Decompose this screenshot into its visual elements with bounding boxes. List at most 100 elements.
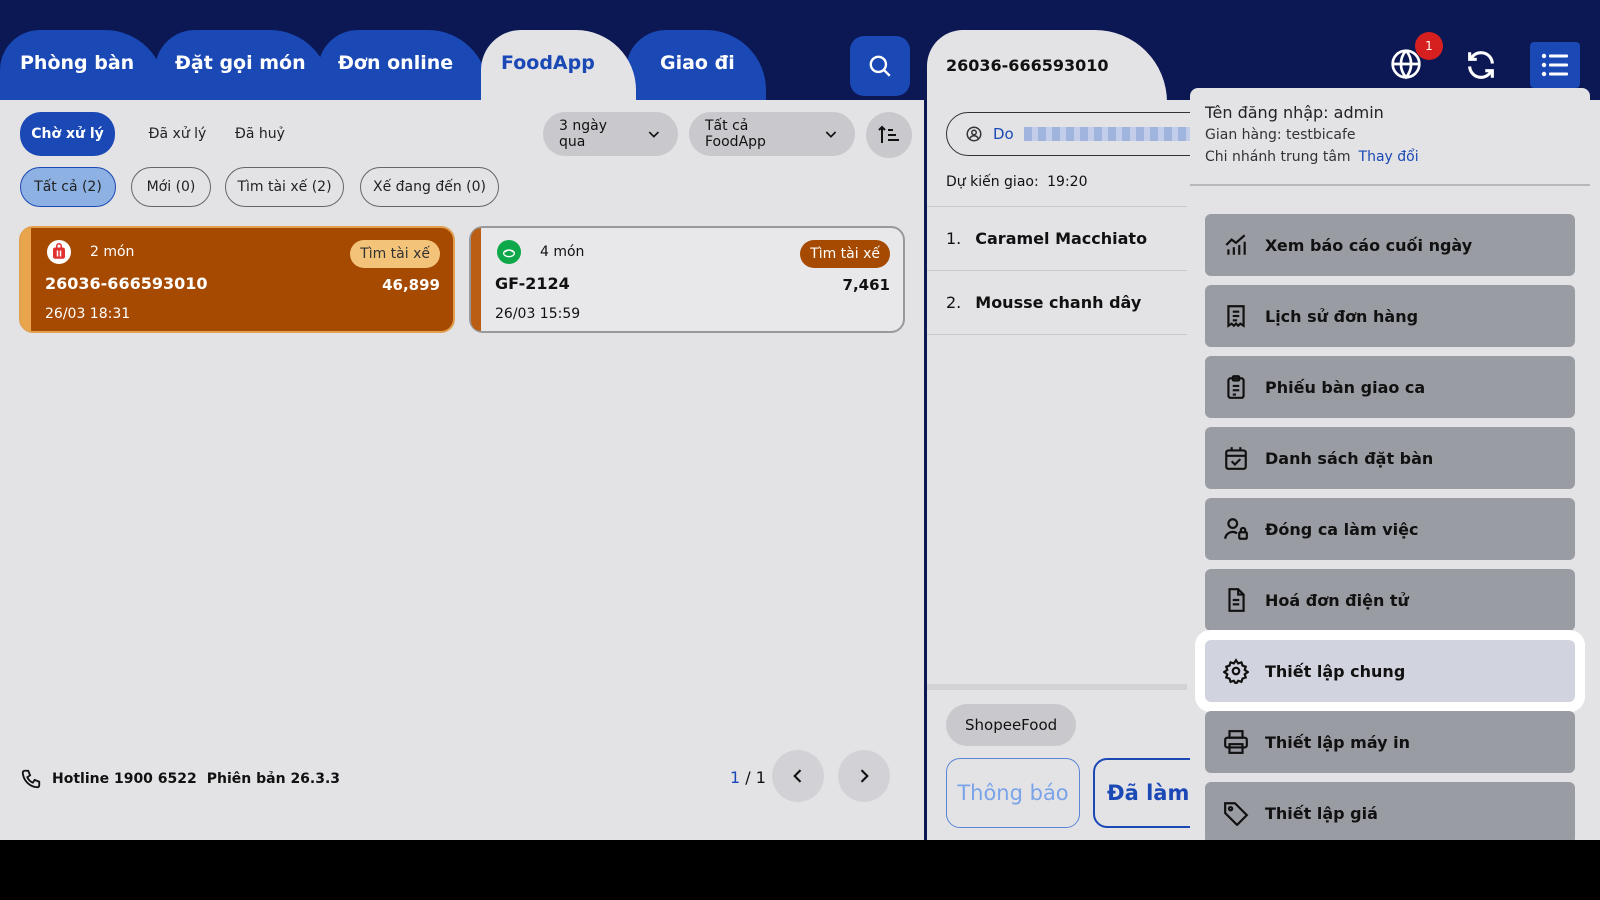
shopeefood-logo-icon [47,240,71,264]
menu-item-label: Danh sách đặt bàn [1265,448,1434,468]
order-id: GF-2124 [495,274,570,293]
menu-item-e-invoice[interactable]: Hoá đơn điện tử [1205,569,1575,631]
user-circle-icon [966,126,982,142]
sort-button[interactable] [866,112,912,158]
menu-item-label: Thiết lập chung [1265,661,1406,681]
receipt-icon [1227,305,1245,328]
order-item[interactable]: 1. Caramel Macchiato [927,206,1187,270]
status-badge: Tìm tài xế [350,240,440,268]
order-time: 26/03 18:31 [45,306,131,322]
change-branch-link[interactable]: Thay đổi [1359,149,1419,165]
filter-cho-xu-ly[interactable]: Chờ xử lý [20,112,115,156]
list-menu-icon [1541,53,1568,77]
menu-item-label: Phiếu bàn giao ca [1265,377,1426,397]
app-window: Phòng bàn Đặt gọi món Đơn online Giao đi… [0,0,1600,840]
tab-label: Đặt gọi món [175,52,306,74]
item-count: 4 món [540,244,585,260]
tab-label: Đơn online [338,52,454,74]
date-range-dropdown[interactable]: 3 ngày qua [543,112,678,156]
version-text: Phiên bản 26.3.3 [206,771,341,787]
phone-icon [21,769,41,789]
footer-info: Hotline 1900 6522 Phiên bản 26.3.3 [20,768,340,790]
eta-label: Dự kiến giao: [946,174,1039,190]
chevron-left-icon [793,769,802,783]
sort-ascending-icon [878,125,899,143]
menu-item-reservations[interactable]: Danh sách đặt bàn [1205,427,1575,489]
status-badge: Tìm tài xế [800,240,890,268]
filter-label: Chờ xử lý [31,126,104,142]
item-name: Caramel Macchiato [975,229,1148,248]
item-name: Mousse chanh dây [975,293,1142,312]
filter-label: Đã huỷ [235,126,285,142]
tab-dat-goi-mon[interactable]: Đặt gọi món [155,30,330,100]
search-icon [869,55,891,77]
subfilter-finding-driver[interactable]: Tìm tài xế (2) [225,167,344,207]
customer-name: Do [993,125,1014,143]
source-label: ShopeeFood [965,716,1058,734]
order-item[interactable]: 2. Mousse chanh dây [927,270,1187,334]
subfilter-all[interactable]: Tất cả (2) [20,167,116,207]
menu-item-label: Hoá đơn điện tử [1265,590,1409,610]
menu-item-close-shift[interactable]: Đóng ca làm việc [1205,498,1575,560]
search-button[interactable] [850,36,910,96]
order-card[interactable]: 2 món Tìm tài xế 26036-666593010 46,899 … [19,226,455,333]
menu-item-label: Xem báo cáo cuối ngày [1265,235,1473,255]
tab-label: Phòng bàn [20,52,135,74]
prev-page-button[interactable] [772,750,824,802]
tag-icon [1224,802,1249,826]
order-id: 26036-666593010 [45,274,208,293]
tab-giao-di[interactable]: Giao đi [626,30,766,100]
subfilter-label: Xế đang đến (0) [373,179,486,195]
item-number: 1. [946,229,962,248]
next-page-button[interactable] [838,750,890,802]
calendar-check-icon [1225,447,1247,470]
eta-row: Dự kiến giao: 19:20 [946,174,1088,190]
order-card[interactable]: 4 món Tìm tài xế GF-2124 7,461 26/03 15:… [469,226,905,333]
total-pages: 1 [755,768,766,787]
filter-da-huy[interactable]: Đã huỷ [225,112,295,156]
subfilter-label: Tìm tài xế (2) [237,179,332,195]
menu-button[interactable] [1530,42,1580,88]
menu-item-printer-settings[interactable]: Thiết lập máy in [1205,711,1575,773]
menu-item-order-history[interactable]: Lịch sử đơn hàng [1205,285,1575,347]
sync-icon[interactable] [1464,48,1498,82]
tab-phong-ban[interactable]: Phòng bàn [0,30,165,100]
menu-item-label: Đóng ca làm việc [1265,519,1419,539]
menu-item-general-settings[interactable]: Thiết lập chung [1205,640,1575,702]
menu-item-label: Thiết lập máy in [1265,732,1411,752]
bottom-bar [0,840,1600,900]
notification-badge: 1 [1415,32,1443,60]
redacted-text [1023,127,1204,141]
foodapp-filter-label: Tất cả FoodApp [705,118,766,150]
filter-da-xu-ly[interactable]: Đã xử lý [130,112,225,156]
settings-menu: Tên đăng nhập: admin Gian hàng: testbica… [1190,88,1590,840]
divider [927,684,1187,690]
tab-label: FoodApp [501,52,595,74]
chevron-down-icon [825,131,837,138]
foodapp-filter-dropdown[interactable]: Tất cả FoodApp [689,112,855,156]
order-total: 46,899 [382,276,440,294]
chevron-down-icon [648,131,660,138]
current-page: 1 [730,768,741,787]
report-chart-icon [1225,234,1246,255]
printer-icon [1224,730,1248,754]
username-label: Tên đăng nhập: admin [1205,103,1384,122]
page-indicator: 1 / 1 [730,768,766,787]
notify-label: Thông báo [957,781,1069,805]
tab-foodapp[interactable]: FoodApp [481,30,636,100]
tab-don-online[interactable]: Đơn online [318,30,488,100]
grabfood-logo-icon [497,240,521,264]
menu-item-shift-handover[interactable]: Phiếu bàn giao ca [1205,356,1575,418]
menu-item-daily-report[interactable]: Xem báo cáo cuối ngày [1205,214,1575,276]
order-detail-tab: 26036-666593010 [927,30,1167,102]
menu-item-price-settings[interactable]: Thiết lập giá [1205,782,1575,840]
subfilter-driver-coming[interactable]: Xế đang đến (0) [360,167,499,207]
subfilter-new[interactable]: Mới (0) [131,167,211,207]
item-number: 2. [946,293,962,312]
clipboard-icon [1227,375,1245,399]
page-separator: / [745,768,751,787]
hotline-text: Hotline 1900 6522 [52,771,197,787]
notify-button[interactable]: Thông báo [946,758,1080,828]
eta-time: 19:20 [1047,174,1088,190]
order-time: 26/03 15:59 [495,306,581,322]
